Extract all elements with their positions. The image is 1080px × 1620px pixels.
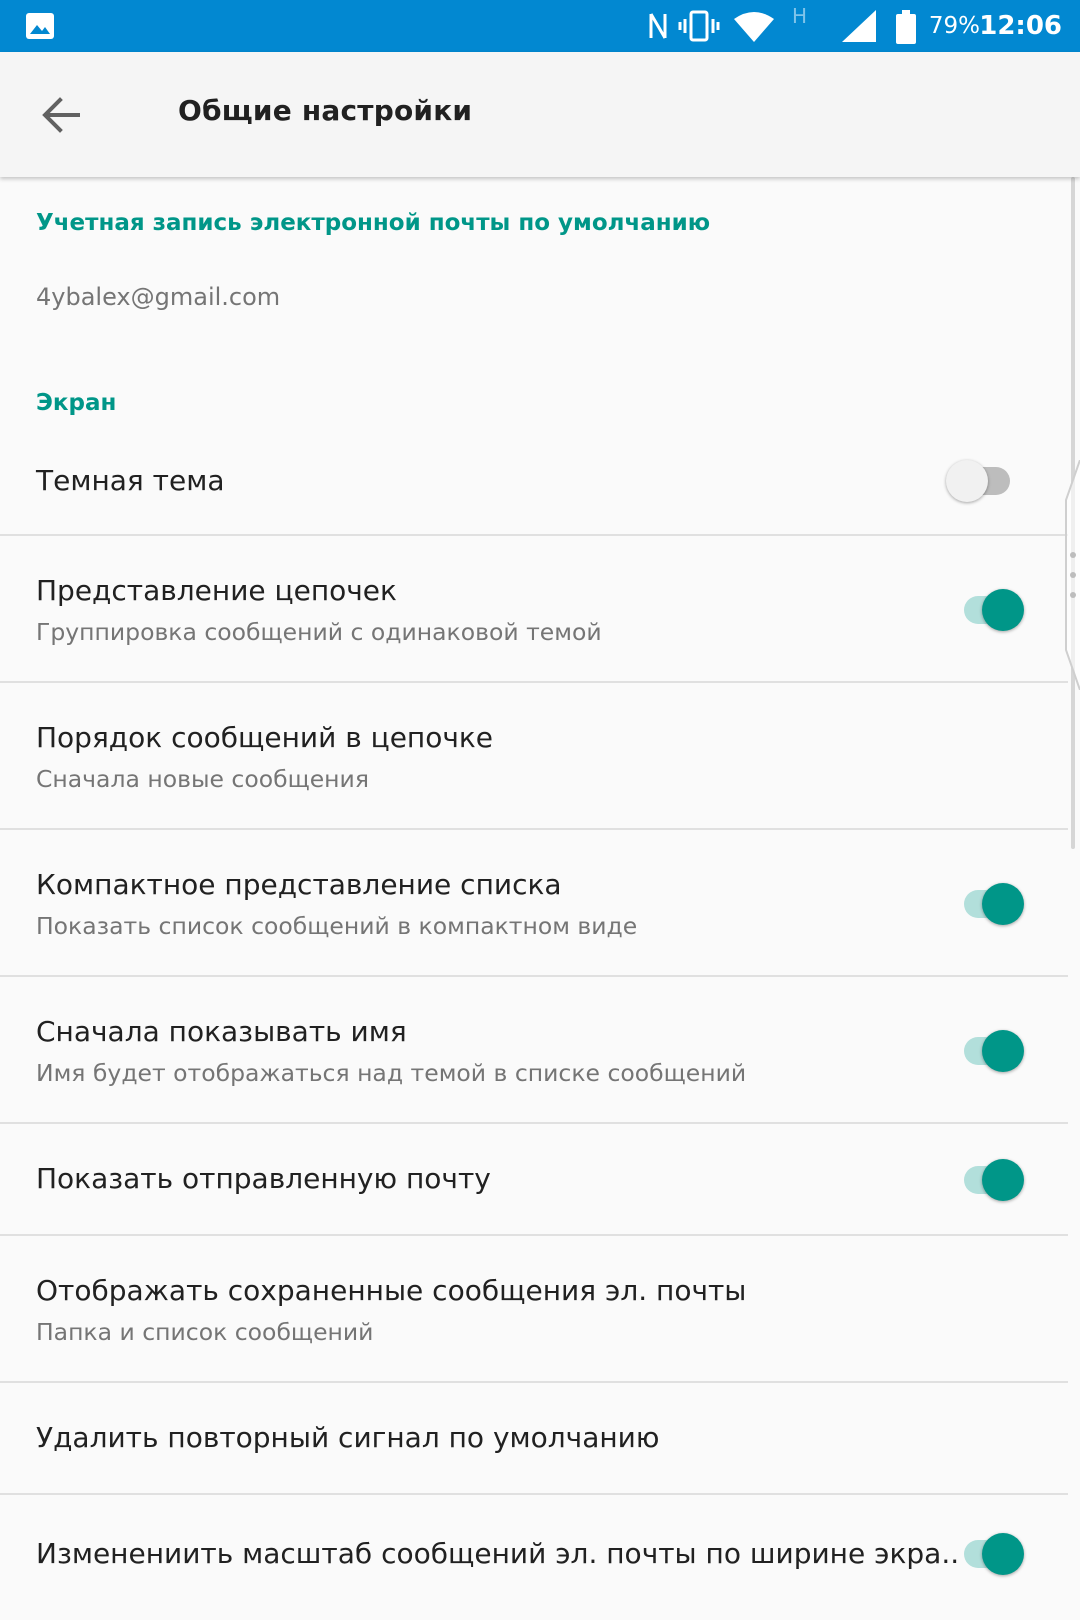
section-header-default-account: Учетная запись электронной почты по умол…: [36, 210, 711, 236]
pref-dark-theme[interactable]: Темная тема: [0, 432, 1068, 534]
pref-summary: Папка и список сообщений: [36, 1318, 374, 1346]
pref-title: Порядок сообщений в цепочке: [36, 721, 494, 754]
pref-title: Удалить повторный сигнал по умолчанию: [36, 1421, 660, 1454]
pref-title: Темная тема: [36, 464, 225, 497]
pref-default-snooze[interactable]: Удалить повторный сигнал по умолчанию: [0, 1383, 1068, 1493]
auto-fit-switch[interactable]: [950, 1530, 1024, 1578]
pref-default-account[interactable]: 4ybalex@gmail.com: [0, 247, 1068, 347]
pref-title: Представление цепочек: [36, 574, 397, 607]
pref-conversation-view[interactable]: Представление цепочек Группировка сообще…: [0, 536, 1068, 681]
pref-message-order[interactable]: Порядок сообщений в цепочке Сначала новы…: [0, 683, 1068, 828]
section-header-screen: Экран: [36, 390, 117, 416]
compact-list-switch[interactable]: [950, 880, 1024, 928]
page-title: Общие настройки: [178, 94, 473, 127]
default-account-email: 4ybalex@gmail.com: [36, 283, 281, 311]
switch-thumb: [982, 1159, 1024, 1201]
pref-saved-messages[interactable]: Отображать сохраненные сообщения эл. поч…: [0, 1236, 1068, 1381]
pref-show-name-first[interactable]: Сначала показывать имя Имя будет отображ…: [0, 977, 1068, 1122]
nfc-icon: [649, 13, 667, 39]
dark-theme-switch[interactable]: [946, 457, 1024, 505]
pref-summary: Показать список сообщений в компактном в…: [36, 912, 638, 940]
edge-panel-handle-icon[interactable]: [1062, 460, 1080, 690]
show-sent-mail-switch[interactable]: [950, 1156, 1024, 1204]
pref-title: Изменениить масштаб сообщений эл. почты …: [36, 1537, 960, 1570]
pref-title: Компактное представление списка: [36, 868, 562, 901]
app-bar: Общие настройки: [0, 52, 1080, 177]
pref-summary: Группировка сообщений с одинаковой темой: [36, 618, 602, 646]
pref-title: Показать отправленную почту: [36, 1162, 491, 1195]
network-type: H: [791, 4, 807, 28]
pref-compact-list[interactable]: Компактное представление списка Показать…: [0, 830, 1068, 975]
conversation-view-switch[interactable]: [950, 586, 1024, 634]
switch-thumb: [946, 460, 988, 502]
pref-title: Сначала показывать имя: [36, 1015, 407, 1048]
switch-thumb: [982, 1030, 1024, 1072]
battery-icon: [896, 10, 916, 44]
switch-thumb: [982, 883, 1024, 925]
show-name-first-switch[interactable]: [950, 1027, 1024, 1075]
wifi-icon: [734, 12, 774, 42]
signal-icon: [842, 10, 876, 42]
pref-auto-fit[interactable]: Изменениить масштаб сообщений эл. почты …: [0, 1495, 1068, 1620]
vibrate-icon: [678, 10, 720, 42]
settings-list[interactable]: Учетная запись электронной почты по умол…: [0, 177, 1068, 1620]
image-icon: [26, 13, 54, 39]
status-bar: H 79% 12:06: [0, 0, 1080, 52]
pref-summary: Сначала новые сообщения: [36, 765, 369, 793]
clock: 12:06: [979, 11, 1062, 41]
switch-thumb: [982, 1533, 1024, 1575]
arrow-back-icon[interactable]: [38, 92, 84, 138]
pref-summary: Имя будет отображаться над темой в списк…: [36, 1059, 747, 1087]
pref-show-sent-mail[interactable]: Показать отправленную почту: [0, 1124, 1068, 1234]
pref-title: Отображать сохраненные сообщения эл. поч…: [36, 1274, 747, 1307]
battery-percent: 79%: [928, 13, 980, 39]
switch-thumb: [982, 589, 1024, 631]
